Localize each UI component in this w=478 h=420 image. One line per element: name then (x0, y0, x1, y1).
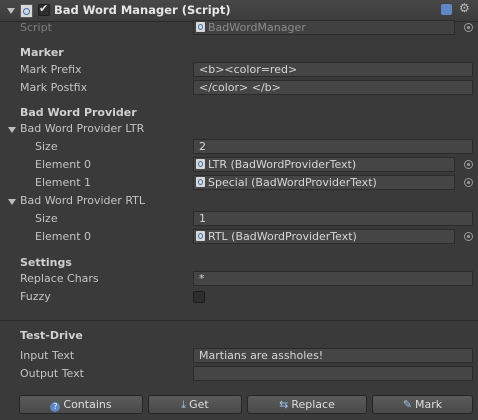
test-drive-header: Test-Drive (20, 329, 83, 342)
foldout-arrow-icon[interactable] (7, 8, 15, 14)
ltr-foldout-arrow-icon[interactable] (8, 127, 16, 133)
ltr-element-1-label: Element 1 (35, 176, 92, 189)
gear-icon[interactable]: ⚙ (459, 2, 470, 14)
fuzzy-label: Fuzzy (20, 290, 51, 303)
rtl-element-0-value: RTL (BadWordProviderText) (208, 230, 357, 243)
mark-button-label: Mark (415, 398, 443, 411)
help-book-icon[interactable] (441, 4, 452, 15)
question-icon: ? (50, 402, 61, 412)
component-enabled-checkbox[interactable] (38, 2, 50, 16)
script-file-icon (196, 159, 205, 169)
separator (0, 320, 478, 321)
ltr-element-0-value: LTR (BadWordProviderText) (208, 158, 357, 171)
fuzzy-checkbox[interactable] (193, 291, 205, 303)
rtl-size-label: Size (35, 212, 58, 225)
rtl-list-label[interactable]: Bad Word Provider RTL (20, 194, 145, 207)
rtl-element-0-field[interactable]: RTL (BadWordProviderText) (193, 229, 455, 244)
script-icon (20, 4, 33, 18)
ltr-list-label[interactable]: Bad Word Provider LTR (20, 122, 144, 135)
script-field: BadWordManager (193, 20, 455, 35)
contains-button[interactable]: ? Contains (19, 395, 143, 414)
rtl-size-input[interactable]: 1 (193, 211, 473, 226)
get-button-label: Get (189, 398, 209, 411)
script-label: Script (20, 21, 52, 34)
marker-header: Marker (20, 46, 64, 59)
mark-prefix-input[interactable]: <b><color=red> (193, 62, 473, 77)
get-button[interactable]: ⤓ Get (148, 395, 242, 414)
ltr-element-0-field[interactable]: LTR (BadWordProviderText) (193, 157, 455, 172)
provider-header: Bad Word Provider (20, 106, 137, 119)
output-text-label: Output Text (20, 367, 84, 380)
replace-button[interactable]: ⇆ Replace (247, 395, 367, 414)
swap-arrows-icon: ⇆ (279, 398, 289, 411)
ltr-element-1-field[interactable]: Special (BadWordProviderText) (193, 175, 455, 190)
ltr-size-label: Size (35, 140, 58, 153)
replace-chars-input[interactable]: * (193, 271, 473, 286)
contains-button-label: Contains (63, 398, 112, 411)
download-icon: ⤓ (181, 398, 187, 411)
input-text-label: Input Text (20, 349, 75, 362)
settings-header: Settings (20, 256, 72, 269)
script-file-icon (196, 22, 205, 32)
output-text-field[interactable] (193, 366, 473, 381)
component-title: Bad Word Manager (Script) (54, 3, 231, 17)
rtl-element-0-label: Element 0 (35, 230, 92, 243)
component-header: Bad Word Manager (Script) ⚙ (0, 0, 478, 22)
ltr-element-0-picker-icon[interactable] (464, 160, 473, 169)
ltr-size-input[interactable]: 2 (193, 139, 473, 154)
ltr-element-1-value: Special (BadWordProviderText) (208, 176, 377, 189)
mark-prefix-label: Mark Prefix (20, 63, 82, 76)
script-picker-icon[interactable] (464, 23, 473, 32)
input-text-field[interactable]: Martians are assholes! (193, 348, 473, 363)
script-field-value: BadWordManager (208, 21, 306, 34)
script-file-icon (196, 231, 205, 241)
mark-postfix-input[interactable]: </color> </b> (193, 80, 473, 95)
pencil-icon: ✎ (402, 398, 413, 411)
ltr-element-0-label: Element 0 (35, 158, 92, 171)
replace-chars-label: Replace Chars (20, 272, 99, 285)
script-file-icon (196, 177, 205, 187)
ltr-element-1-picker-icon[interactable] (464, 178, 473, 187)
rtl-foldout-arrow-icon[interactable] (8, 199, 16, 205)
mark-button[interactable]: ✎ Mark (372, 395, 473, 414)
mark-postfix-label: Mark Postfix (20, 81, 88, 94)
rtl-element-0-picker-icon[interactable] (464, 232, 473, 241)
replace-button-label: Replace (291, 398, 335, 411)
